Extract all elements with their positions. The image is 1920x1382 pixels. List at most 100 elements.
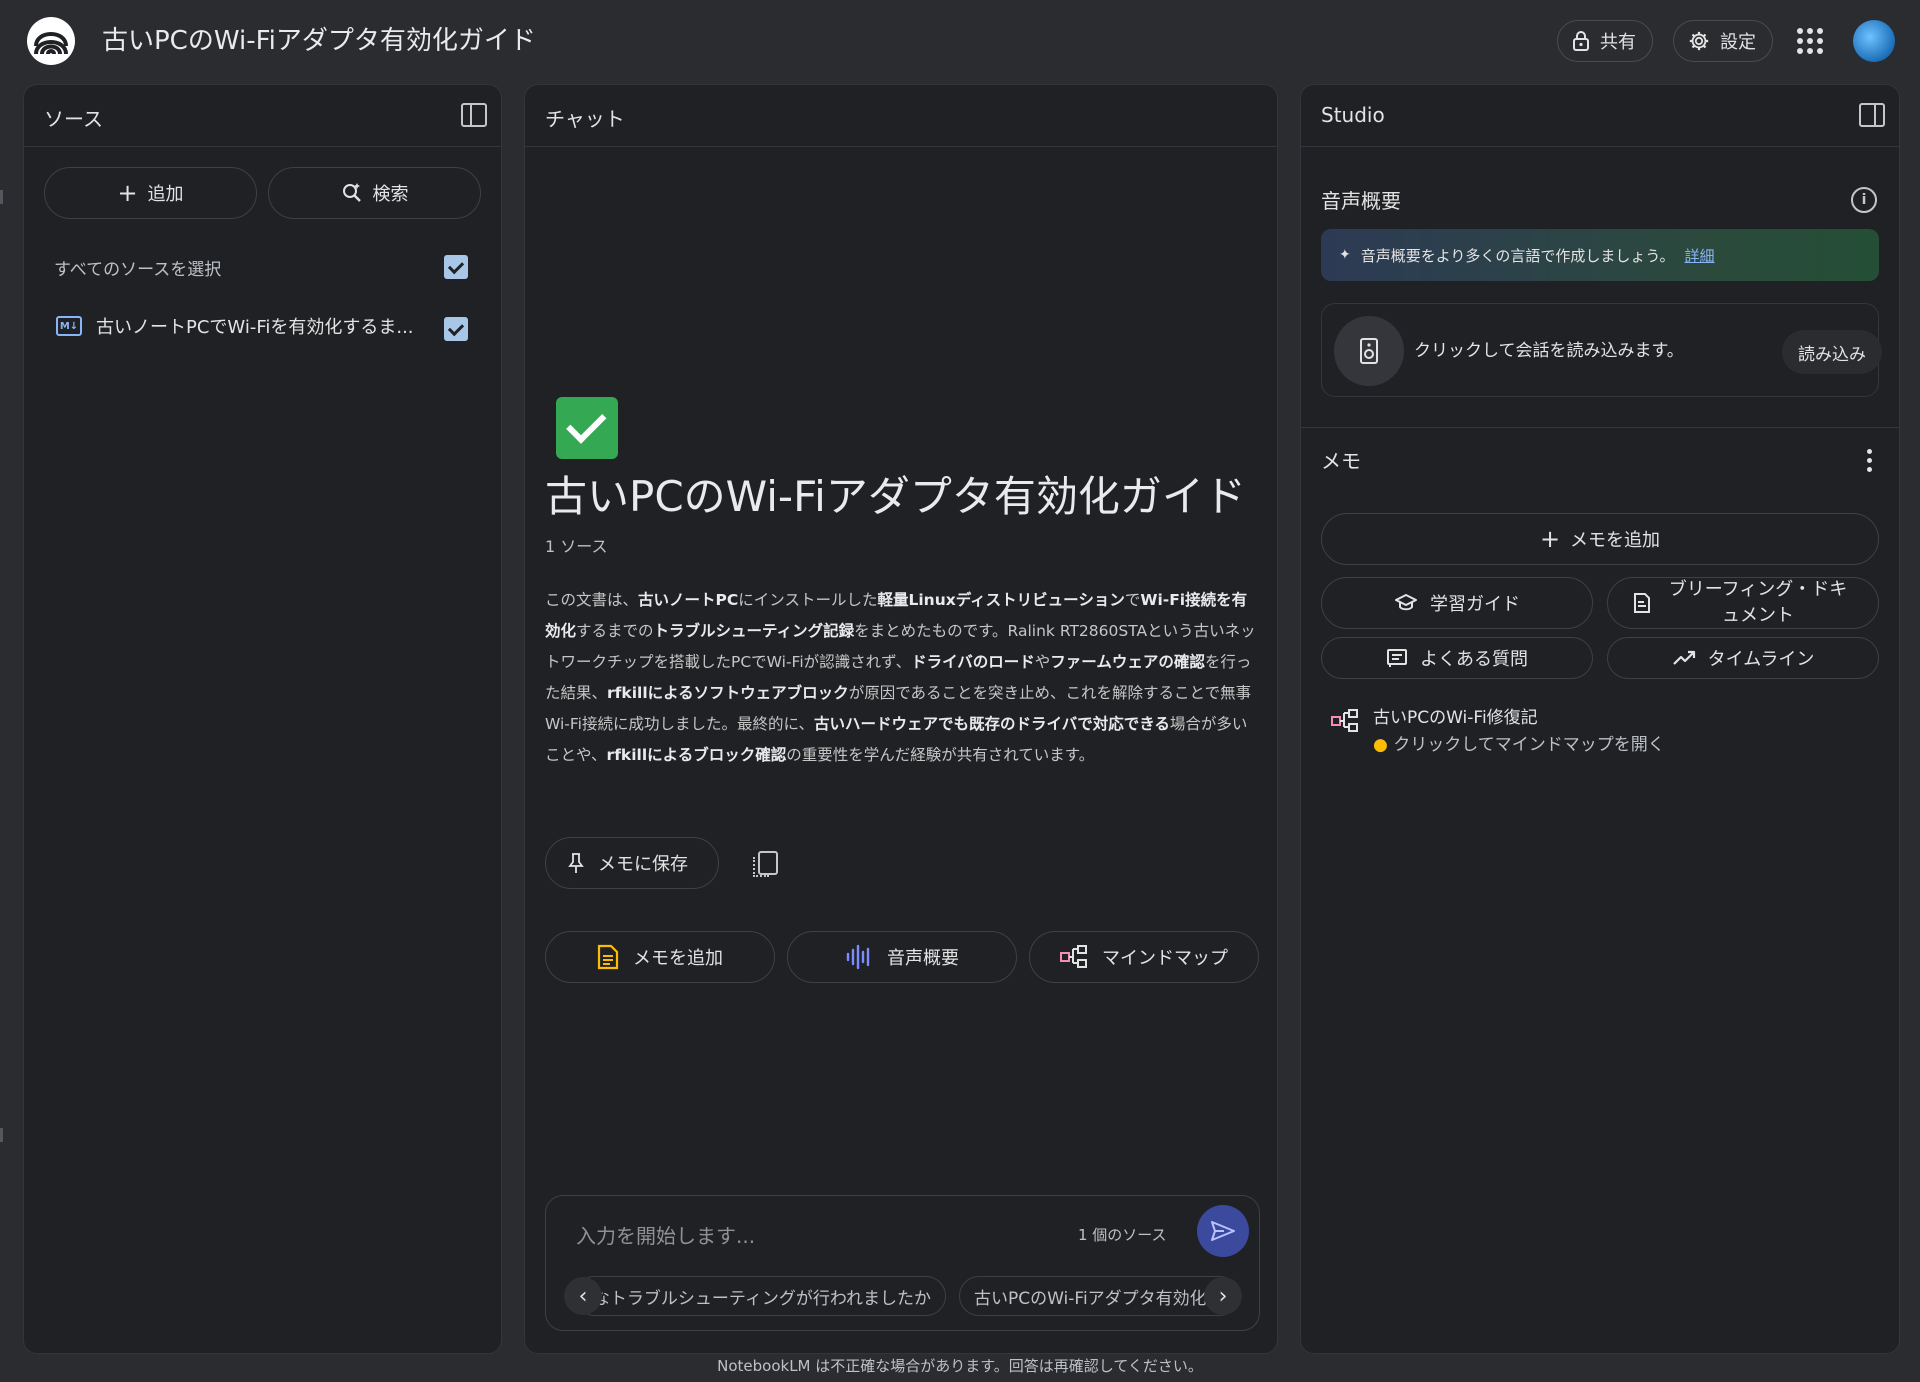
memo-heading: メモ xyxy=(1321,449,1361,473)
summary-segment: ドライバのロード xyxy=(911,653,1035,671)
more-options-icon[interactable] xyxy=(1867,449,1873,472)
trending-line-icon xyxy=(1672,650,1695,665)
save-to-memo-label: メモに保存 xyxy=(598,854,688,875)
edge-mark xyxy=(0,1128,3,1142)
chat-title: チャット xyxy=(545,107,625,131)
add-memo-studio-button[interactable]: + メモを追加 xyxy=(1321,513,1879,565)
chat-input[interactable]: 入力を開始します... xyxy=(576,1220,755,1249)
chat-source-count: 1 個のソース xyxy=(1078,1226,1167,1244)
add-memo-studio-label: メモを追加 xyxy=(1570,530,1661,551)
add-source-button[interactable]: + 追加 xyxy=(44,167,257,219)
summary-segment: ファームウェアの確認 xyxy=(1050,653,1205,671)
briefing-doc-label: ブリーフィング・ドキュメント xyxy=(1668,579,1848,626)
sources-title: ソース xyxy=(44,107,103,131)
summary-segment: この文書は、 xyxy=(545,591,639,609)
timeline-label: タイムライン xyxy=(1707,649,1815,670)
chevron-left-icon[interactable]: ‹ xyxy=(564,1277,602,1315)
mind-map-button[interactable]: マインドマップ xyxy=(1029,931,1259,983)
suggestion-chip[interactable]: どのようなトラブルシューティングが行われましたか xyxy=(574,1276,946,1316)
share-label: 共有 xyxy=(1600,32,1636,53)
chevron-right-icon[interactable]: › xyxy=(1204,1277,1242,1315)
summary-segment: rfkillによるブロック確認 xyxy=(606,746,787,764)
share-button[interactable]: 共有 xyxy=(1557,20,1653,62)
copy-icon[interactable] xyxy=(753,851,778,877)
top-bar: 古いPCのWi-Fiアダプタ有効化ガイド 共有 設定 xyxy=(0,0,1920,80)
chat-panel: チャット 古いPCのWi-Fiアダプタ有効化ガイド 1 ソース この文書は、古い… xyxy=(524,84,1278,1354)
summary-segment: 古いノートPC xyxy=(638,591,739,609)
notebook-summary: この文書は、古いノートPCにインストールした軽量Linuxディストリビューション… xyxy=(545,585,1260,771)
disclaimer-footer: NotebookLM は不正確な場合があります。回答は再確認してください。 xyxy=(717,1357,1203,1375)
plus-icon: + xyxy=(117,179,138,207)
plus-icon: + xyxy=(1539,525,1561,553)
mind-map-note-subtitle: ● クリックしてマインドマップを開く xyxy=(1373,730,1665,755)
summary-segment: 古いハードウェアでも既存のドライバで対応できる xyxy=(814,715,1170,733)
details-link[interactable]: 詳細 xyxy=(1685,245,1715,266)
pin-icon xyxy=(568,853,584,873)
suggestion-row: どのようなトラブルシューティングが行われましたか 古いPCのWi-Fiアダプタ有… xyxy=(554,1272,1251,1322)
logo-icon xyxy=(34,32,68,55)
studio-header: Studio xyxy=(1301,85,1899,147)
banner-text: 音声概要をより多くの言語で作成しましょう。 xyxy=(1360,246,1675,265)
search-source-label: 検索 xyxy=(372,184,409,205)
search-icon xyxy=(342,183,361,202)
notebook-source-count: 1 ソース xyxy=(545,537,608,556)
summary-segment: で xyxy=(1124,591,1141,609)
load-button[interactable]: 読み込み xyxy=(1782,330,1882,374)
add-memo-label: メモを追加 xyxy=(633,948,723,969)
save-to-memo-button[interactable]: メモに保存 xyxy=(545,837,719,889)
lightbulb-icon: ● xyxy=(1373,735,1388,755)
document-icon xyxy=(1634,593,1650,613)
gear-icon xyxy=(1689,31,1709,51)
audio-wave-icon xyxy=(846,944,870,970)
send-button[interactable] xyxy=(1197,1205,1249,1257)
speaker-icon xyxy=(1334,316,1404,386)
settings-label: 設定 xyxy=(1720,32,1756,53)
audio-language-banner: ✦ 音声概要をより多くの言語で作成しましょう。 詳細 xyxy=(1321,229,1879,281)
summary-segment: の重要性を学んだ経験が共有されています。 xyxy=(786,746,1095,764)
mind-map-note-subtitle-text: クリックしてマインドマップを開く xyxy=(1393,735,1665,755)
summary-segment: rfkillによるソフトウェアブロック xyxy=(607,684,849,702)
audio-overview-heading: 音声概要 xyxy=(1321,189,1401,213)
source-item-checkbox[interactable] xyxy=(444,317,468,341)
faq-icon xyxy=(1387,649,1407,667)
select-all-checkbox[interactable] xyxy=(444,255,468,279)
collapse-panel-icon[interactable] xyxy=(461,103,487,127)
notebook-heading: 古いPCのWi-Fiアダプタ有効化ガイド xyxy=(545,472,1246,521)
apps-grid-icon[interactable] xyxy=(1797,28,1823,54)
timeline-button[interactable]: タイムライン xyxy=(1607,637,1879,679)
collapse-panel-icon[interactable] xyxy=(1859,103,1885,127)
add-source-label: 追加 xyxy=(147,184,184,205)
study-guide-button[interactable]: 学習ガイド xyxy=(1321,577,1593,629)
mind-map-label: マインドマップ xyxy=(1102,948,1228,969)
settings-button[interactable]: 設定 xyxy=(1673,20,1773,62)
party-popper-icon: ✦ xyxy=(1339,247,1351,263)
lock-icon xyxy=(1573,31,1589,51)
check-mark-emoji-icon xyxy=(556,397,618,459)
notebook-title[interactable]: 古いPCのWi-Fiアダプタ有効化ガイド xyxy=(102,20,536,57)
mind-map-note-item[interactable]: 古いPCのWi-Fi修復記 ● クリックしてマインドマップを開く xyxy=(1331,703,1665,755)
mind-map-icon xyxy=(1331,709,1358,732)
info-icon[interactable]: i xyxy=(1851,187,1877,213)
faq-button[interactable]: よくある質問 xyxy=(1321,637,1593,679)
summary-segment: にインストールした xyxy=(738,591,878,609)
source-item-label: 古いノートPCでWi-Fiを有効化するま... xyxy=(96,317,414,338)
chat-input-box[interactable]: 入力を開始します... 1 個のソース どのようなトラブルシューティングが行われ… xyxy=(545,1195,1260,1331)
add-memo-button[interactable]: メモを追加 xyxy=(545,931,775,983)
avatar[interactable] xyxy=(1853,20,1895,62)
summary-segment: や xyxy=(1034,653,1051,671)
study-guide-label: 学習ガイド xyxy=(1430,594,1520,615)
summary-segment: 軽量Linuxディストリビューション xyxy=(877,591,1125,609)
note-icon xyxy=(597,944,619,970)
graduation-cap-icon xyxy=(1395,594,1417,611)
source-list-item[interactable]: M↓ 古いノートPCでWi-Fiを有効化するま... xyxy=(56,313,414,339)
suggestion-chip[interactable]: 古いPCのWi-Fiアダプタ有効化 xyxy=(959,1276,1239,1316)
audio-overview-button[interactable]: 音声概要 xyxy=(787,931,1017,983)
briefing-doc-button[interactable]: ブリーフィング・ドキュメント xyxy=(1607,577,1879,629)
audio-card-text: クリックして会話を読み込みます。 xyxy=(1414,341,1684,361)
search-source-button[interactable]: 検索 xyxy=(268,167,481,219)
summary-segment: トラブルシューティング記録 xyxy=(653,622,855,640)
send-icon xyxy=(1211,1221,1235,1241)
notebooklm-logo[interactable] xyxy=(27,17,75,65)
mind-map-note-title: 古いPCのWi-Fi修復記 xyxy=(1373,708,1538,728)
markdown-file-icon: M↓ xyxy=(56,316,82,336)
